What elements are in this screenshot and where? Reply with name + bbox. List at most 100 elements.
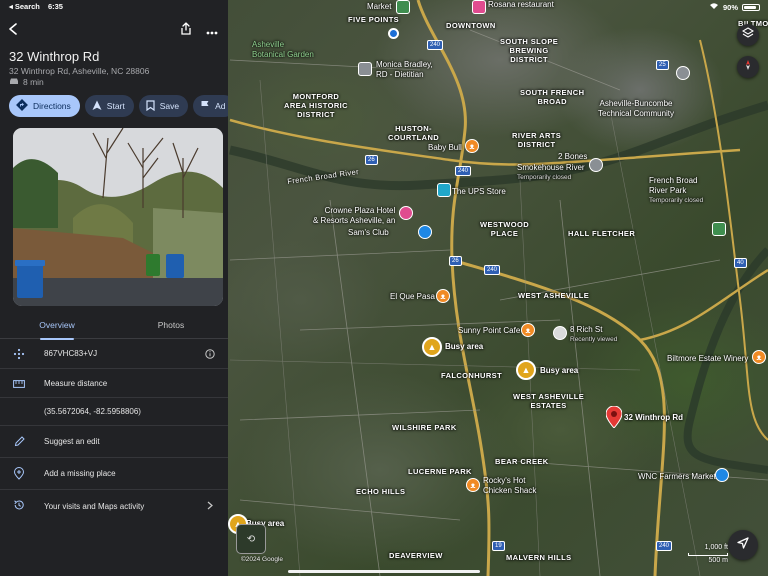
layers-button[interactable] <box>737 24 759 46</box>
poi-el-que-pasa-pin[interactable]: ᴥ <box>436 289 450 303</box>
more-options-button[interactable] <box>203 22 221 40</box>
battery-icon <box>742 3 760 11</box>
poi-wnc-farmers-pin[interactable] <box>715 468 729 482</box>
poi-sunny-point-pin[interactable]: ᴥ <box>521 323 535 337</box>
poi-fb-park-pin[interactable] <box>712 222 726 236</box>
share-button[interactable] <box>177 22 195 40</box>
my-location-button[interactable] <box>728 530 758 560</box>
route-shield-25: 25 <box>656 60 669 70</box>
start-button[interactable]: Start <box>84 95 134 117</box>
area-malvern-hills: MALVERN HILLS <box>506 553 572 562</box>
plus-code-row[interactable]: 867VHC83+VJ <box>0 339 228 369</box>
add-place-icon <box>12 466 26 480</box>
directions-button[interactable]: Directions <box>9 95 80 117</box>
area-bear-creek: BEAR CREEK <box>495 457 549 466</box>
wifi-icon <box>709 2 719 12</box>
route-shield-240: 240 <box>455 166 472 176</box>
location-arrow-icon <box>736 536 750 555</box>
poi-biltmore-winery-label: Biltmore Estate Winery <box>667 354 749 363</box>
busy-area-pin-2[interactable]: ▲ <box>516 360 536 380</box>
poi-monica-pin[interactable] <box>358 62 372 76</box>
poi-ups-label: The UPS Store <box>452 187 506 196</box>
area-west-asheville: WEST ASHEVILLE <box>518 291 590 300</box>
more-action-button[interactable]: Ad <box>193 95 228 117</box>
place-photo[interactable] <box>13 128 223 306</box>
save-label: Save <box>159 101 180 111</box>
area-huston-courtland: HUSTON- COURTLAND <box>388 124 440 142</box>
suggest-edit-row[interactable]: Suggest an edit <box>0 426 228 458</box>
drive-time: 8 min <box>23 77 44 87</box>
directions-icon <box>16 99 28 113</box>
selected-location-pin[interactable] <box>605 405 623 429</box>
route-shield-19: 19 <box>492 541 505 551</box>
street-view-icon: ⟲ <box>246 533 256 545</box>
selected-location-label: 32 Winthrop Rd <box>624 413 684 422</box>
more-action-label: Ad <box>215 101 226 111</box>
add-missing-place-row[interactable]: Add a missing place <box>0 458 228 490</box>
street-view-thumbnail[interactable]: ⟲ <box>236 524 266 554</box>
back-button[interactable] <box>4 22 22 40</box>
scale-feet: 1,000 ft <box>704 544 728 551</box>
poi-eight-rich-pin[interactable] <box>553 326 567 340</box>
poi-blue-dot[interactable] <box>388 28 399 39</box>
route-shield-240: 240 <box>427 40 444 50</box>
status-bar: ◂ Search 6:35 90% <box>0 0 768 12</box>
info-icon[interactable] <box>204 348 216 360</box>
area-echo-hills: ECHO HILLS <box>356 487 406 496</box>
area-south-slope: SOUTH SLOPE BREWING DISTRICT <box>500 37 559 64</box>
ruler-icon <box>12 377 26 391</box>
compass-button[interactable] <box>737 56 759 78</box>
scale-meters: 500 m <box>708 557 728 564</box>
route-shield-26: 26 <box>365 155 378 165</box>
pencil-icon <box>12 434 26 448</box>
poi-el-que-pasa-label: El Que Pasa <box>390 292 435 301</box>
poi-botanical-label: Asheville Botanical Garden <box>252 40 314 59</box>
coordinates-row[interactable]: (35.5672064, -82.5958806) <box>0 398 228 426</box>
detail-tabs: Overview Photos <box>0 315 228 340</box>
poi-two-bones-pin[interactable] <box>589 158 603 172</box>
area-south-french-broad: SOUTH FRENCH BROAD <box>520 88 585 106</box>
back-to-app-link[interactable]: ◂ Search <box>9 2 40 11</box>
directions-label: Directions <box>33 101 71 111</box>
poi-baby-bull-pin[interactable]: ᴥ <box>465 139 479 153</box>
area-five-points: FIVE POINTS <box>348 15 400 24</box>
poi-crowne-pin[interactable] <box>399 206 413 220</box>
route-shield-26: 26 <box>449 256 462 266</box>
area-falconhurst: FALCONHURST <box>441 371 503 380</box>
maps-app: FIVE POINTS DOWNTOWN SOUTH SLOPE BREWING… <box>0 0 768 576</box>
status-right: 90% <box>709 2 760 12</box>
route-shield-240: 240 <box>656 541 673 551</box>
busy-area-label-1: Busy area <box>445 342 484 351</box>
area-westwood: WESTWOOD PLACE <box>480 220 530 238</box>
tab-photos[interactable]: Photos <box>114 320 228 339</box>
add-missing-place-text: Add a missing place <box>44 469 116 478</box>
plus-code-text: 867VHC83+VJ <box>44 349 98 358</box>
poi-eight-rich-label: 8 Rich St Recently viewed <box>570 325 618 343</box>
measure-distance-row[interactable]: Measure distance <box>0 369 228 398</box>
tab-overview[interactable]: Overview <box>0 320 114 340</box>
busy-area-pin-1[interactable]: ▲ <box>422 337 442 357</box>
place-title: 32 Winthrop Rd <box>9 49 100 64</box>
start-label: Start <box>106 101 125 111</box>
history-icon <box>12 498 26 512</box>
plus-code-icon <box>12 347 26 361</box>
poi-monica-label: Monica Bradley, RD - Dietitian <box>376 60 433 79</box>
poi-biltmore-winery-pin[interactable]: ᴥ <box>752 350 766 364</box>
bookmark-icon <box>146 99 155 113</box>
poi-ups-pin[interactable] <box>437 183 451 197</box>
poi-sams-pin[interactable] <box>418 225 432 239</box>
poi-ab-tech-pin[interactable] <box>676 66 690 80</box>
street-photo-image <box>13 128 223 306</box>
poi-smokehouse-label: Smokehouse River Temporarily closed <box>517 163 585 181</box>
busy-area-label-2: Busy area <box>540 366 579 375</box>
layers-icon <box>741 26 755 44</box>
poi-rockys-pin[interactable]: ᴥ <box>466 478 480 492</box>
area-lucerne-park: LUCERNE PARK <box>408 467 472 476</box>
visits-activity-text: Your visits and Maps activity <box>44 501 145 511</box>
status-left: ◂ Search 6:35 <box>9 2 63 11</box>
poi-sunny-point-label: Sunny Point Cafe <box>458 326 521 335</box>
save-button[interactable]: Save <box>138 95 189 117</box>
visits-activity-row[interactable]: Your visits and Maps activity <box>0 490 228 522</box>
home-indicator[interactable] <box>288 570 480 573</box>
drive-time-row: 8 min <box>9 77 44 87</box>
